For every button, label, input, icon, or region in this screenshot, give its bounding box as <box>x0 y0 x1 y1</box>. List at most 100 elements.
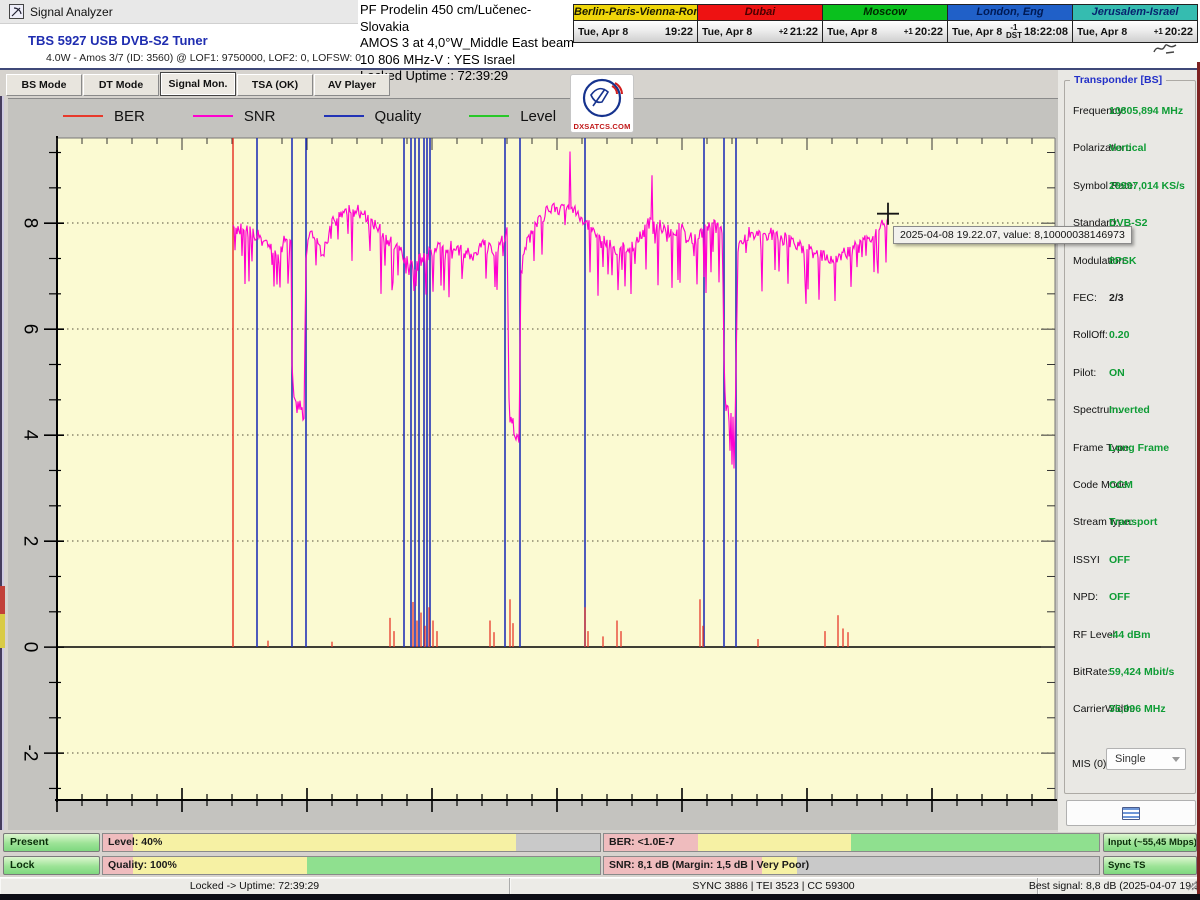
ber-bar: BER: <1.0E-7 <box>603 833 1100 852</box>
status-sync-counters: SYNC 3886 | TEI 3523 | CC 59300 <box>510 878 1038 894</box>
status-uptime: Locked -> Uptime: 72:39:29 <box>0 878 510 894</box>
clock-time-row: Tue, Apr 8 +1 20:22 <box>823 21 947 42</box>
transponder-row: NPD: OFF <box>1065 591 1197 606</box>
clock-4: Jerusalem-Israel Tue, Apr 8 +1 20:22 <box>1073 4 1198 43</box>
tuner-details: 4.0W - Amos 3/7 (ID: 3560) @ LOF1: 97500… <box>46 52 361 64</box>
mis-label: MIS (0): <box>1072 758 1109 770</box>
mode-tabs: BS ModeDT ModeSignal Mon.TSA (OK)AV Play… <box>6 74 391 96</box>
level-bar-label: Level: 40% <box>108 836 162 848</box>
site-info-line2: AMOS 3 at 4,0°W_Middle East beam <box>360 35 575 52</box>
legend-line-swatch <box>324 115 364 117</box>
transponder-row: BitRate: 59,424 Mbit/s <box>1065 666 1197 681</box>
mis-selected-value: Single <box>1115 753 1146 765</box>
transponder-row: Pilot: ON <box>1065 367 1197 382</box>
legend-item: Quality <box>324 108 422 125</box>
plot-tooltip: 2025-04-08 19.22.07, value: 8,1000003814… <box>893 226 1132 244</box>
clock-utc-offset: -1 DST <box>1006 24 1024 40</box>
present-badge: Present <box>3 833 100 852</box>
window-title: Signal Analyzer <box>30 5 113 19</box>
device-button[interactable] <box>1066 800 1196 826</box>
world-clocks: Berlin-Paris-Vienna-Roma Tue, Apr 8 19:2… <box>573 4 1198 43</box>
signature-icon <box>1152 41 1178 61</box>
clock-utc-offset: +1 <box>1154 28 1165 36</box>
clock-3: London, Eng Tue, Apr 8 -1 DST 18:22:08 <box>948 4 1073 43</box>
legend-item: Level <box>469 108 556 125</box>
transponder-row: RollOff: 0.20 <box>1065 329 1197 344</box>
quality-bar: Quality: 100% <box>102 856 601 875</box>
site-info-line1: PF Prodelin 450 cm/Lučenec-Slovakia <box>360 2 575 35</box>
transponder-row: RF Level: -44 dBm <box>1065 629 1197 644</box>
clock-city-header: London, Eng <box>948 5 1072 21</box>
background-window-edge-left2 <box>2 96 4 830</box>
chart-legend: BER SNR Quality Level <box>63 105 604 127</box>
clock-1: Dubai Tue, Apr 8 +2 21:22 <box>698 4 823 43</box>
svg-text:6: 6 <box>20 324 41 335</box>
transponder-row: Stream type: Transport <box>1065 516 1197 531</box>
header: Signal Analyzer TBS 5927 USB DVB-S2 Tune… <box>0 0 1200 70</box>
transponder-row: Modulation: 8PSK <box>1065 255 1197 270</box>
dxsatcs-logo: DXSATCS.COM <box>570 74 634 133</box>
clock-time-row: Tue, Apr 8 +2 21:22 <box>698 21 822 42</box>
site-info-line4: Locked Uptime : 72:39:29 <box>360 68 575 85</box>
legend-line-swatch <box>193 115 233 117</box>
satellite-dish-icon <box>571 75 633 119</box>
legend-item: BER <box>63 108 145 125</box>
transponder-row: FEC: 2/3 <box>1065 292 1197 307</box>
site-info: PF Prodelin 450 cm/Lučenec-Slovakia AMOS… <box>360 2 575 85</box>
sync-ts-badge: Sync TS <box>1103 856 1197 875</box>
svg-text:2: 2 <box>20 536 41 547</box>
clock-city-header: Dubai <box>698 5 822 21</box>
tab-tsa-ok-[interactable]: TSA (OK) <box>237 74 313 96</box>
app-icon <box>9 4 24 24</box>
svg-text:4: 4 <box>20 430 41 441</box>
transponder-row: Symbol Rate: 29997,014 KS/s <box>1065 180 1197 195</box>
window-title-bar[interactable]: Signal Analyzer <box>0 0 358 24</box>
logo-caption: DXSATCS.COM <box>571 122 633 131</box>
tab-signal-mon-[interactable]: Signal Mon. <box>160 72 236 96</box>
transponder-row: Frame Type: Long Frame <box>1065 442 1197 457</box>
clock-time-row: Tue, Apr 8 +1 20:22 <box>1073 21 1197 42</box>
transponder-title: Transponder [BS] <box>1070 74 1166 86</box>
site-info-line3: 10 806 MHz-V : YES Israel <box>360 52 575 69</box>
snr-bar-label: SNR: 8,1 dB (Margin: 1,5 dB | Very Poor) <box>609 859 809 871</box>
taskbar-edge <box>0 894 1200 900</box>
clock-city-header: Moscow <box>823 5 947 21</box>
clock-utc-offset: +2 <box>779 28 790 36</box>
legend-line-swatch <box>63 115 103 117</box>
clock-time-row: Tue, Apr 8 19:22 <box>574 21 697 42</box>
lock-badge: Lock <box>3 856 100 875</box>
tuner-name: TBS 5927 USB DVB-S2 Tuner <box>28 33 208 48</box>
transponder-row: CarrierWidth: 35,996 MHz <box>1065 703 1197 718</box>
clock-time-row: Tue, Apr 8 -1 DST 18:22:08 <box>948 21 1072 42</box>
status-best-signal: Best signal: 8,8 dB (2025-04-07 19:16) <box>1038 878 1200 894</box>
transponder-row: Polarization: Vertical <box>1065 142 1197 157</box>
input-bitrate-badge: Input (~55,45 Mbps) <box>1103 833 1197 852</box>
transponder-row: Spectrum: Inverted <box>1065 404 1197 419</box>
clock-utc-offset: +1 <box>904 28 915 36</box>
legend-line-swatch <box>469 115 509 117</box>
tab-bs-mode[interactable]: BS Mode <box>6 74 82 96</box>
svg-text:-2: -2 <box>20 745 41 762</box>
level-bar: Level: 40% <box>102 833 601 852</box>
clock-city-header: Jerusalem-Israel <box>1073 5 1197 21</box>
tab-av-player[interactable]: AV Player <box>314 74 390 96</box>
svg-text:8: 8 <box>20 218 41 229</box>
background-window-edge-red <box>0 586 5 614</box>
transponder-row: Frequency: 10805,894 MHz <box>1065 105 1197 120</box>
quality-bar-label: Quality: 100% <box>108 859 177 871</box>
background-window-edge-yellow <box>0 614 5 648</box>
transponder-row: Code Mode: CCM <box>1065 479 1197 494</box>
clock-city-header: Berlin-Paris-Vienna-Roma <box>574 5 697 21</box>
legend-item: SNR <box>193 108 276 125</box>
clock-0: Berlin-Paris-Vienna-Roma Tue, Apr 8 19:2… <box>573 4 698 43</box>
tab-dt-mode[interactable]: DT Mode <box>83 74 159 96</box>
transponder-groupbox: Frequency: 10805,894 MHz Polarization: V… <box>1064 80 1196 794</box>
ber-bar-label: BER: <1.0E-7 <box>609 836 675 848</box>
device-icon <box>1122 807 1140 820</box>
clock-2: Moscow Tue, Apr 8 +1 20:22 <box>823 4 948 43</box>
svg-text:0: 0 <box>20 642 41 653</box>
snr-bar: SNR: 8,1 dB (Margin: 1,5 dB | Very Poor) <box>603 856 1100 875</box>
chevron-down-icon <box>1172 757 1180 762</box>
transponder-row: ISSYI OFF <box>1065 554 1197 569</box>
mis-dropdown[interactable]: Single <box>1106 748 1186 770</box>
